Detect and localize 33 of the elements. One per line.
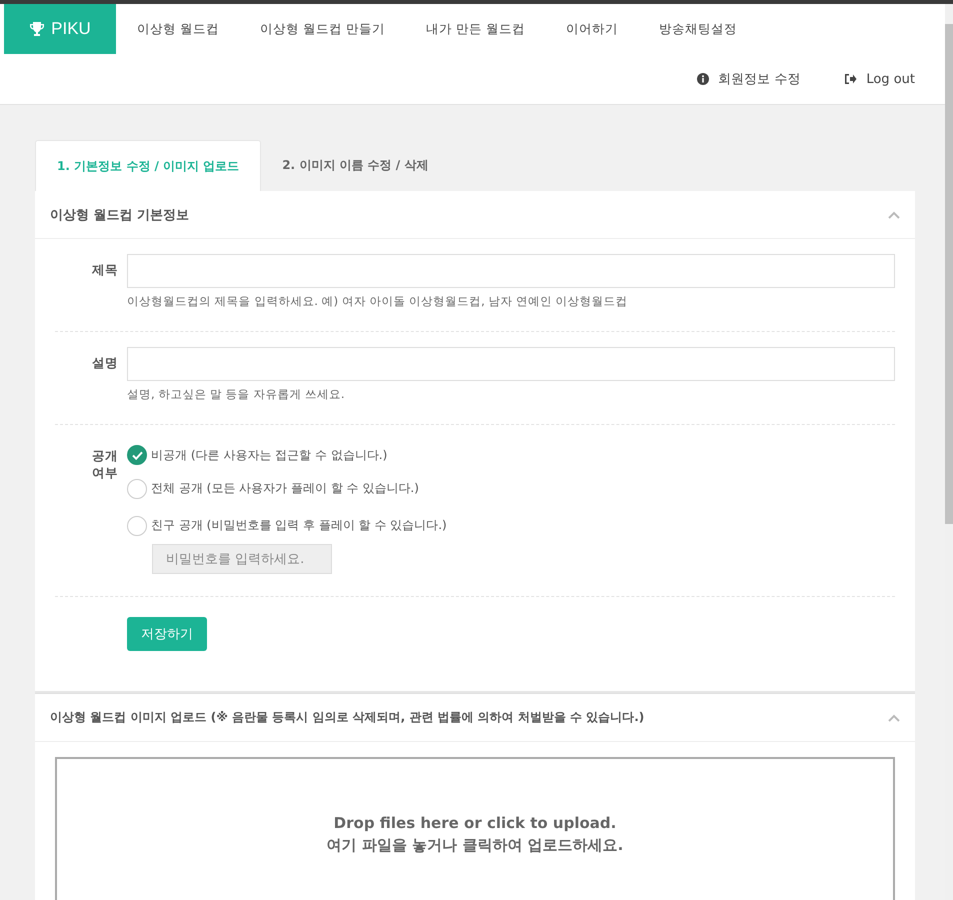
logout-icon <box>844 73 858 85</box>
help-text: 설명, 하고싶은 말 등을 자유롭게 쓰세요. <box>127 387 346 402</box>
input-field[interactable] <box>127 254 895 288</box>
trophy-icon <box>29 21 46 37</box>
nav-link[interactable]: 이상형 월드컵 만들기 <box>238 20 385 38</box>
user-link[interactable]: 회원정보 수정 <box>697 70 800 88</box>
user-link[interactable]: Log out <box>844 70 915 88</box>
info-icon <box>697 73 710 85</box>
radio-button[interactable] <box>127 516 147 536</box>
check-icon <box>132 450 142 460</box>
dropzone-text: Drop files here or click to upload. <box>334 813 616 834</box>
nav-link[interactable]: 이어하기 <box>544 20 618 38</box>
tab[interactable]: 2. 이미지 이름 수정 / 삭제 <box>261 140 450 190</box>
nav-link[interactable]: 내가 만든 월드컵 <box>404 20 525 38</box>
dropzone[interactable]: Drop files here or click to upload. 여기 파일을 놓거나 클릭하여 업로드하세요. <box>55 757 895 900</box>
radio-button[interactable] <box>127 478 147 498</box>
help-text: 이상형월드컵의 제목을 입력하세요. 예) 여자 아이돌 이상형월드컵, 남자 연예인 이상형월드컵 <box>127 294 629 309</box>
radio-button[interactable] <box>127 445 147 465</box>
option-label: 친구 공개 (비밀번호를 입력 후 플레이 할 수 있습니다.) <box>151 517 447 534</box>
panel-title: 이상형 월드컵 이미지 업로드 (※ 음란물 등록시 임의로 삭제되며, 관련 법률에 의하여 처벌받을 수 있습니다.) <box>50 709 644 726</box>
option-label: 전체 공개 (모든 사용자가 플레이 할 수 있습니다.) <box>151 480 419 497</box>
nav-link[interactable]: 이상형 월드컵 <box>116 20 219 38</box>
panel-title: 이상형 월드컵 기본정보 <box>50 206 190 224</box>
nav-link[interactable]: 방송채팅설정 <box>638 20 737 38</box>
chevron-icon[interactable] <box>888 210 900 218</box>
field-label: 공개 여부 <box>91 447 119 482</box>
dropzone-text: 여기 파일을 놓거나 클릭하여 업로드하세요. <box>326 834 624 856</box>
input-field[interactable] <box>127 347 895 381</box>
scrollbar-thumb[interactable] <box>945 24 953 524</box>
field-label: 제목 <box>91 261 119 279</box>
field-label: 설명 <box>91 354 119 372</box>
chevron-icon[interactable] <box>888 714 900 722</box>
option-label: 비공개 (다른 사용자는 접근할 수 없습니다.) <box>151 446 388 464</box>
